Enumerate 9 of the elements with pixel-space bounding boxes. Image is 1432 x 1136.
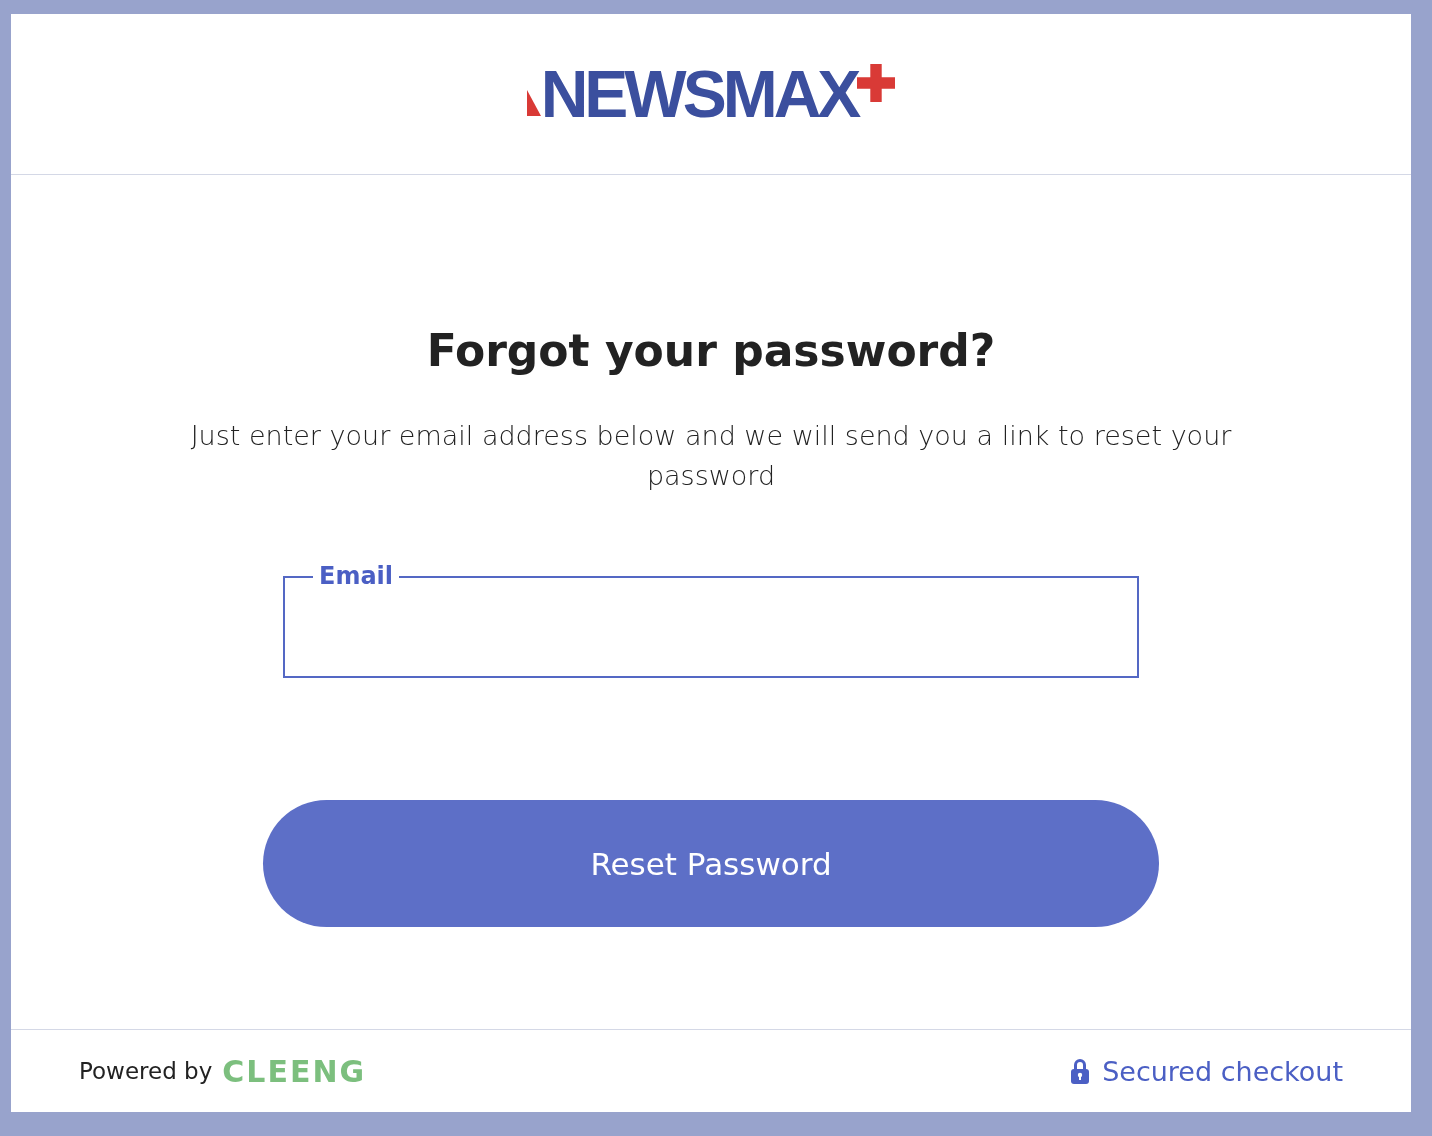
reset-password-button[interactable]: Reset Password [263, 800, 1159, 927]
dialog-title: Forgot your password? [426, 325, 996, 376]
logo-text: NEWSMAX [540, 64, 858, 124]
lock-icon [1070, 1058, 1091, 1084]
brand-logo: CLEENG [222, 1053, 367, 1089]
powered-by-text: Powered by [79, 1058, 213, 1084]
secured-checkout-text: Secured checkout [1102, 1055, 1343, 1087]
plus-icon [857, 64, 896, 102]
description-text: Just enter your email address below and we will send you a link to reset your password [189, 419, 1233, 493]
